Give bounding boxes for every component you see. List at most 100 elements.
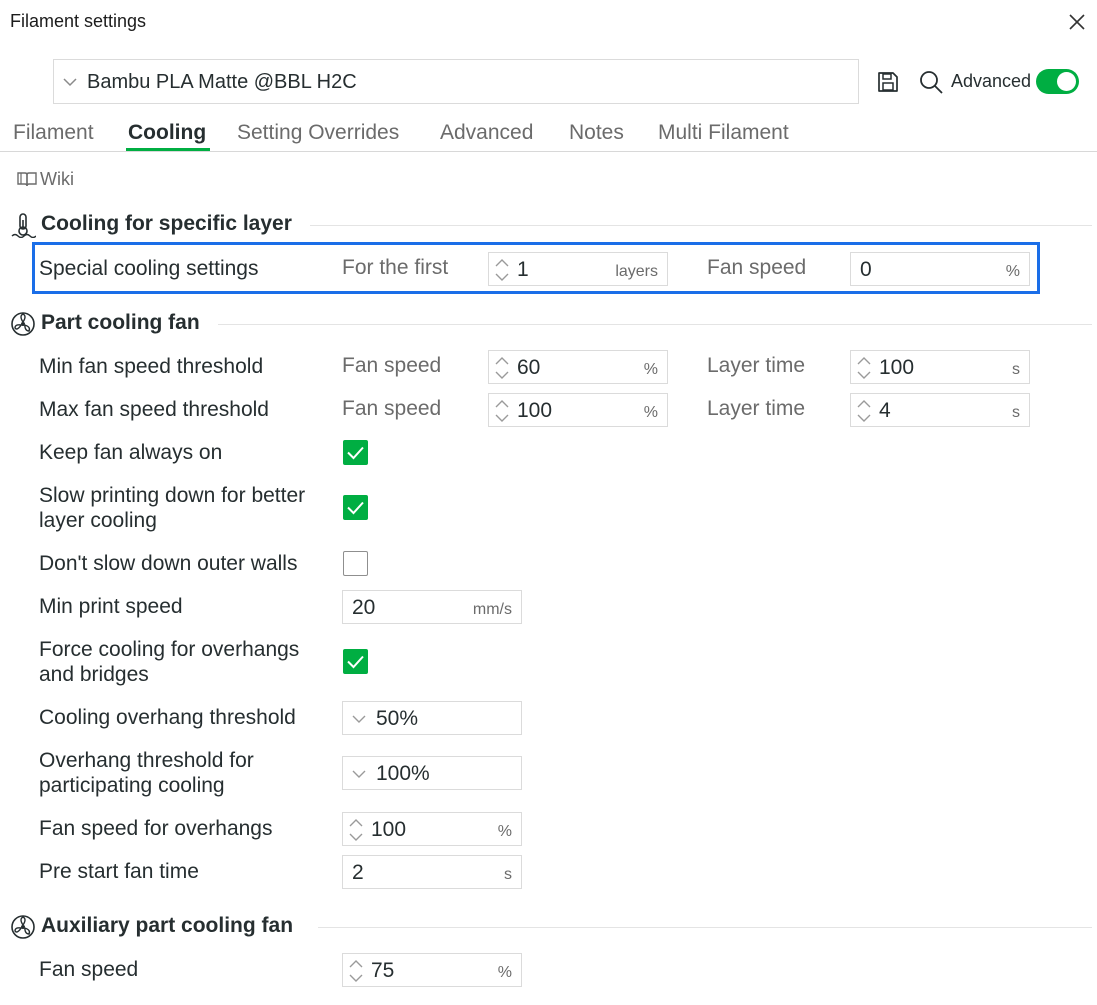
- min-layer-time-stepper[interactable]: 100 s: [850, 350, 1030, 384]
- spin-arrows-icon: [495, 357, 509, 379]
- spin-arrows-icon: [349, 819, 363, 841]
- fan-speed-overhangs-value: 100: [371, 818, 407, 841]
- aux-fan-speed-value: 75: [371, 959, 395, 982]
- section-divider: [310, 225, 1092, 226]
- checkmark-icon: [347, 501, 364, 515]
- special-fan-speed-value: 0: [860, 258, 872, 281]
- max-fan-speed-stepper[interactable]: 100 %: [488, 393, 668, 427]
- spin-arrows-icon: [495, 259, 509, 281]
- tab-notes[interactable]: Notes: [569, 121, 624, 145]
- min-layer-time-value: 100: [879, 356, 915, 379]
- section-title: Part cooling fan: [41, 311, 200, 334]
- preset-dropdown[interactable]: Bambu PLA Matte @BBL H2C: [53, 59, 859, 104]
- fan-speed-label: Fan speed: [707, 256, 807, 279]
- section-title: Auxiliary part cooling fan: [41, 914, 294, 937]
- min-print-speed-value: 20: [352, 596, 376, 619]
- seconds-unit: s: [1012, 361, 1020, 378]
- fan-speed-overhangs-stepper[interactable]: 100 %: [342, 812, 522, 846]
- percent-unit: %: [497, 964, 512, 981]
- dont-slow-outer-label: Don't slow down outer walls: [39, 552, 298, 575]
- max-fan-threshold-label: Max fan speed threshold: [39, 398, 269, 421]
- tab-multi-filament[interactable]: Multi Filament: [658, 121, 789, 145]
- section-title: Cooling for specific layer: [41, 212, 292, 235]
- tab-setting-overrides[interactable]: Setting Overrides: [237, 121, 399, 145]
- percent-unit: %: [497, 823, 512, 840]
- thermometer-icon: [11, 213, 36, 238]
- advanced-label: Advanced: [951, 71, 1032, 91]
- min-fan-speed-label: Fan speed: [342, 354, 442, 377]
- tab-cooling[interactable]: Cooling: [128, 121, 206, 145]
- mm-per-s-unit: mm/s: [472, 601, 512, 618]
- force-cooling-label: Force cooling for overhangs and bridges: [39, 637, 299, 687]
- force-cooling-label-line2: and bridges: [39, 663, 149, 686]
- active-tab-underline: [126, 148, 210, 151]
- section-part-cooling-fan: Part cooling fan: [10, 309, 1092, 339]
- section-divider: [318, 927, 1092, 928]
- first-layers-value: 1: [517, 258, 529, 281]
- overhang-participating-dropdown[interactable]: 100%: [342, 756, 522, 790]
- section-divider: [218, 324, 1092, 325]
- aux-fan-speed-stepper[interactable]: 75 %: [342, 953, 522, 987]
- min-layer-time-label: Layer time: [707, 354, 806, 377]
- wiki-link[interactable]: Wiki: [16, 169, 74, 190]
- overhang-participating-label-line2: participating cooling: [39, 774, 225, 797]
- fan-speed-overhangs-label: Fan speed for overhangs: [39, 817, 273, 840]
- dont-slow-outer-checkbox[interactable]: [343, 551, 368, 576]
- chevron-down-icon: [352, 770, 366, 778]
- max-fan-speed-label: Fan speed: [342, 397, 442, 420]
- keep-fan-on-checkbox[interactable]: [343, 440, 368, 465]
- slow-down-label: Slow printing down for better layer cool…: [39, 483, 305, 533]
- pre-start-fan-input[interactable]: 2 s: [342, 855, 522, 889]
- section-auxiliary-fan: Auxiliary part cooling fan: [10, 912, 1092, 942]
- overhang-threshold-label: Cooling overhang threshold: [39, 706, 296, 729]
- overhang-participating-label: Overhang threshold for participating coo…: [39, 748, 254, 798]
- chevron-down-icon: [63, 78, 77, 87]
- fan-icon: [11, 312, 35, 336]
- pre-start-fan-value: 2: [352, 861, 364, 884]
- overhang-threshold-dropdown[interactable]: 50%: [342, 701, 522, 735]
- min-print-speed-label: Min print speed: [39, 595, 183, 618]
- keep-fan-on-label: Keep fan always on: [39, 441, 223, 464]
- spin-arrows-icon: [857, 400, 871, 422]
- slow-down-checkbox[interactable]: [343, 495, 368, 520]
- min-print-speed-input[interactable]: 20 mm/s: [342, 590, 522, 624]
- min-fan-speed-stepper[interactable]: 60 %: [488, 350, 668, 384]
- force-cooling-label-line1: Force cooling for overhangs: [39, 638, 300, 661]
- tab-filament[interactable]: Filament: [13, 121, 94, 145]
- percent-unit: %: [643, 404, 658, 421]
- spin-arrows-icon: [349, 960, 363, 982]
- toggle-knob: [1057, 72, 1076, 91]
- tab-bar: Filament Cooling Setting Overrides Advan…: [0, 118, 1097, 152]
- overhang-participating-value: 100%: [376, 762, 430, 785]
- overhang-threshold-value: 50%: [376, 707, 419, 730]
- max-layer-time-stepper[interactable]: 4 s: [850, 393, 1030, 427]
- spin-arrows-icon: [495, 400, 509, 422]
- tab-advanced[interactable]: Advanced: [440, 121, 533, 145]
- title-bar: Filament settings: [0, 0, 1097, 44]
- for-first-label: For the first: [342, 256, 449, 279]
- save-icon[interactable]: [876, 70, 900, 94]
- percent-unit: %: [643, 361, 658, 378]
- special-fan-speed-input[interactable]: 0 %: [850, 252, 1030, 286]
- layers-unit: layers: [615, 263, 658, 280]
- min-fan-speed-value: 60: [517, 356, 541, 379]
- aux-fan-speed-label: Fan speed: [39, 958, 139, 981]
- slow-down-label-line2: layer cooling: [39, 509, 157, 532]
- seconds-unit: s: [1012, 404, 1020, 421]
- percent-unit: %: [1005, 263, 1020, 280]
- close-icon[interactable]: [1064, 9, 1090, 35]
- first-layers-stepper[interactable]: 1 layers: [488, 252, 668, 286]
- slow-down-label-line1: Slow printing down for better: [39, 484, 306, 507]
- advanced-toggle[interactable]: [1036, 69, 1079, 94]
- wiki-label: Wiki: [40, 169, 74, 189]
- overhang-participating-label-line1: Overhang threshold for: [39, 749, 254, 772]
- search-icon[interactable]: [918, 69, 944, 95]
- fan-icon: [11, 915, 35, 939]
- max-layer-time-label: Layer time: [707, 397, 806, 420]
- force-cooling-checkbox[interactable]: [343, 649, 368, 674]
- max-layer-time-value: 4: [879, 399, 891, 422]
- min-fan-threshold-label: Min fan speed threshold: [39, 355, 264, 378]
- checkmark-icon: [347, 446, 364, 460]
- checkmark-icon: [347, 655, 364, 669]
- max-fan-speed-value: 100: [517, 399, 553, 422]
